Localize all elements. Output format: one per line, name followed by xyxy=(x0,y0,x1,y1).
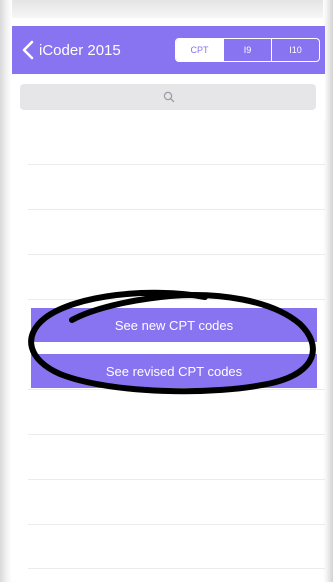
search-bar xyxy=(12,74,325,120)
navigation-bar: iCoder 2015 CPT I9 I10 xyxy=(12,26,325,74)
row-separator xyxy=(28,254,325,255)
device-frame-left xyxy=(0,0,12,582)
search-input[interactable] xyxy=(20,84,320,112)
row-separator xyxy=(28,568,325,569)
app-screen: iCoder 2015 CPT I9 I10 See new CPT codes… xyxy=(0,0,333,582)
row-separator xyxy=(28,524,325,525)
code-set-segmented-control: CPT I9 I10 xyxy=(175,38,320,62)
back-button[interactable]: iCoder 2015 xyxy=(18,38,121,62)
back-button-label: iCoder 2015 xyxy=(39,41,121,59)
chevron-left-icon xyxy=(22,40,34,60)
device-frame-top xyxy=(0,0,333,18)
row-separator xyxy=(28,434,325,435)
segment-i9[interactable]: I9 xyxy=(223,39,271,61)
row-separator xyxy=(28,389,325,390)
row-separator xyxy=(28,164,325,165)
search-text-field[interactable] xyxy=(20,84,320,112)
see-new-cpt-codes-button[interactable]: See new CPT codes xyxy=(31,308,317,342)
segment-i10[interactable]: I10 xyxy=(271,39,319,61)
row-separator xyxy=(28,209,325,210)
see-revised-cpt-codes-button[interactable]: See revised CPT codes xyxy=(31,354,317,388)
row-separator xyxy=(28,299,325,300)
segment-cpt[interactable]: CPT xyxy=(176,39,223,61)
row-separator xyxy=(28,479,325,480)
